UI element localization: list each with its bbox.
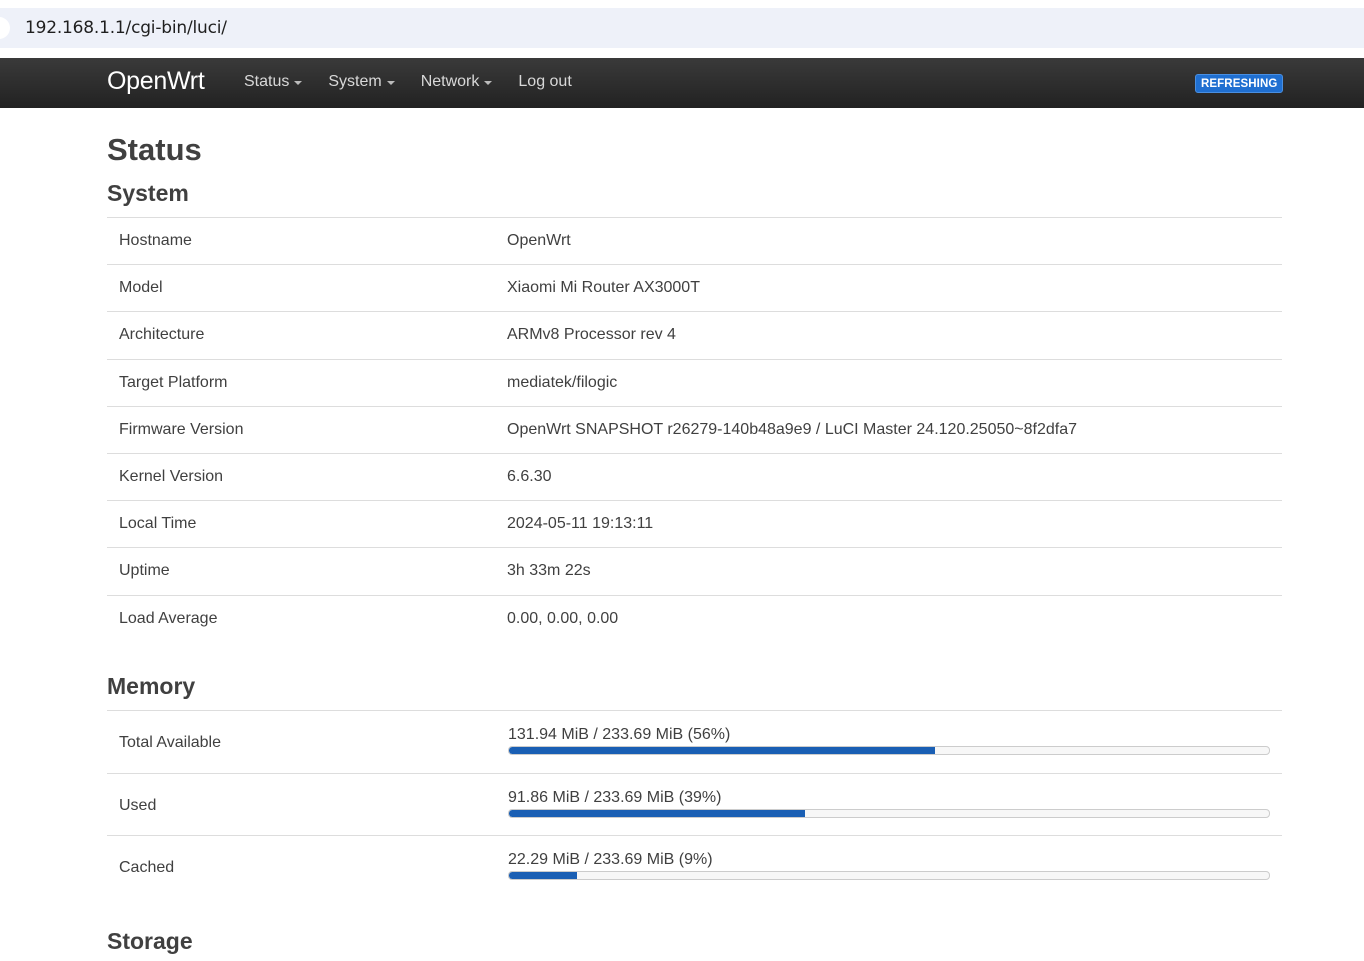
address-bar-url[interactable]: 192.168.1.1/cgi-bin/luci/ <box>25 18 227 38</box>
chevron-down-icon <box>294 81 303 85</box>
progress-bar <box>508 808 1270 818</box>
chevron-down-icon <box>484 81 493 85</box>
chevron-down-icon <box>386 81 395 85</box>
table-row: Total Available 131.94 MiB / 233.69 MiB … <box>107 710 1282 773</box>
row-key: Target Platform <box>119 373 228 391</box>
progress-bar-fill <box>509 747 935 754</box>
progress-bar-fill <box>509 872 578 879</box>
menu-status[interactable]: Status <box>244 73 303 91</box>
browser-chrome: 192.168.1.1/cgi-bin/luci/ <box>0 0 1364 58</box>
row-key: Firmware Version <box>119 420 244 438</box>
row-value: OpenWrt SNAPSHOT r26279-140b48a9e9 / LuC… <box>507 420 1077 438</box>
menu-status-label: Status <box>244 73 290 90</box>
memory-text: 131.94 MiB / 233.69 MiB (56%) <box>508 726 731 743</box>
top-navbar: OpenWrt Status System Network Log out RE… <box>0 58 1364 108</box>
table-row: Model Xiaomi Mi Router AX3000T <box>107 264 1282 311</box>
section-title-storage: Storage <box>107 928 193 954</box>
address-bar[interactable]: 192.168.1.1/cgi-bin/luci/ <box>0 8 1364 48</box>
row-key: Model <box>119 279 163 297</box>
table-row: Local Time 2024-05-11 19:13:11 <box>107 500 1282 547</box>
menu-network[interactable]: Network <box>421 73 493 91</box>
progress-bar <box>508 871 1270 880</box>
memory-cell: 22.29 MiB / 233.69 MiB (9%) <box>508 850 1270 880</box>
memory-table: Total Available 131.94 MiB / 233.69 MiB … <box>107 710 1282 898</box>
table-row: Uptime 3h 33m 22s <box>107 547 1282 594</box>
row-value: Xiaomi Mi Router AX3000T <box>507 279 700 297</box>
row-key: Hostname <box>119 232 192 249</box>
main-menu: Status System Network Log out <box>244 73 598 91</box>
progress-bar-fill <box>509 809 806 817</box>
row-key: Total Available <box>119 734 221 751</box>
row-key: Used <box>119 796 157 814</box>
system-table: Hostname OpenWrt Model Xiaomi Mi Router … <box>107 217 1282 642</box>
table-row: Hostname OpenWrt <box>107 217 1282 264</box>
row-key: Kernel Version <box>119 467 224 485</box>
memory-text: 91.86 MiB / 233.69 MiB (39%) <box>508 788 722 806</box>
table-row: Cached 22.29 MiB / 233.69 MiB (9%) <box>107 835 1282 898</box>
row-key: Uptime <box>119 562 170 580</box>
menu-logout[interactable]: Log out <box>518 73 571 91</box>
menu-network-label: Network <box>420 73 480 90</box>
row-key: Load Average <box>119 609 218 627</box>
row-key: Architecture <box>119 326 205 344</box>
row-value: mediatek/filogic <box>507 373 618 391</box>
menu-system-label: System <box>328 73 382 90</box>
memory-text: 22.29 MiB / 233.69 MiB (9%) <box>508 851 713 868</box>
table-row: Load Average 0.00, 0.00, 0.00 <box>107 594 1282 642</box>
site-info-icon[interactable] <box>0 17 10 39</box>
section-title-memory: Memory <box>107 673 196 699</box>
section-title-system: System <box>107 180 189 206</box>
table-row: Architecture ARMv8 Processor rev 4 <box>107 311 1282 358</box>
row-value: 0.00, 0.00, 0.00 <box>507 609 619 627</box>
menu-system[interactable]: System <box>328 73 395 91</box>
progress-bar <box>508 746 1270 755</box>
memory-cell: 131.94 MiB / 233.69 MiB (56%) <box>508 725 1270 755</box>
refreshing-badge[interactable]: REFRESHING <box>1195 74 1284 93</box>
row-key: Local Time <box>119 515 197 533</box>
row-value: 6.6.30 <box>507 467 552 485</box>
row-key: Cached <box>119 859 175 876</box>
table-row: Kernel Version 6.6.30 <box>107 452 1282 500</box>
row-value: ARMv8 Processor rev 4 <box>507 326 676 344</box>
table-row: Target Platform mediatek/filogic <box>107 358 1282 406</box>
page-title: Status <box>107 132 202 167</box>
table-row: Used 91.86 MiB / 233.69 MiB (39%) <box>107 772 1282 836</box>
table-row: Firmware Version OpenWrt SNAPSHOT r26279… <box>107 405 1282 453</box>
row-value: 2024-05-11 19:13:11 <box>507 515 654 533</box>
row-value: 3h 33m 22s <box>507 562 591 580</box>
menu-logout-label: Log out <box>518 73 572 90</box>
brand-logo[interactable]: OpenWrt <box>107 67 205 96</box>
row-value: OpenWrt <box>507 232 571 249</box>
memory-cell: 91.86 MiB / 233.69 MiB (39%) <box>508 788 1270 818</box>
